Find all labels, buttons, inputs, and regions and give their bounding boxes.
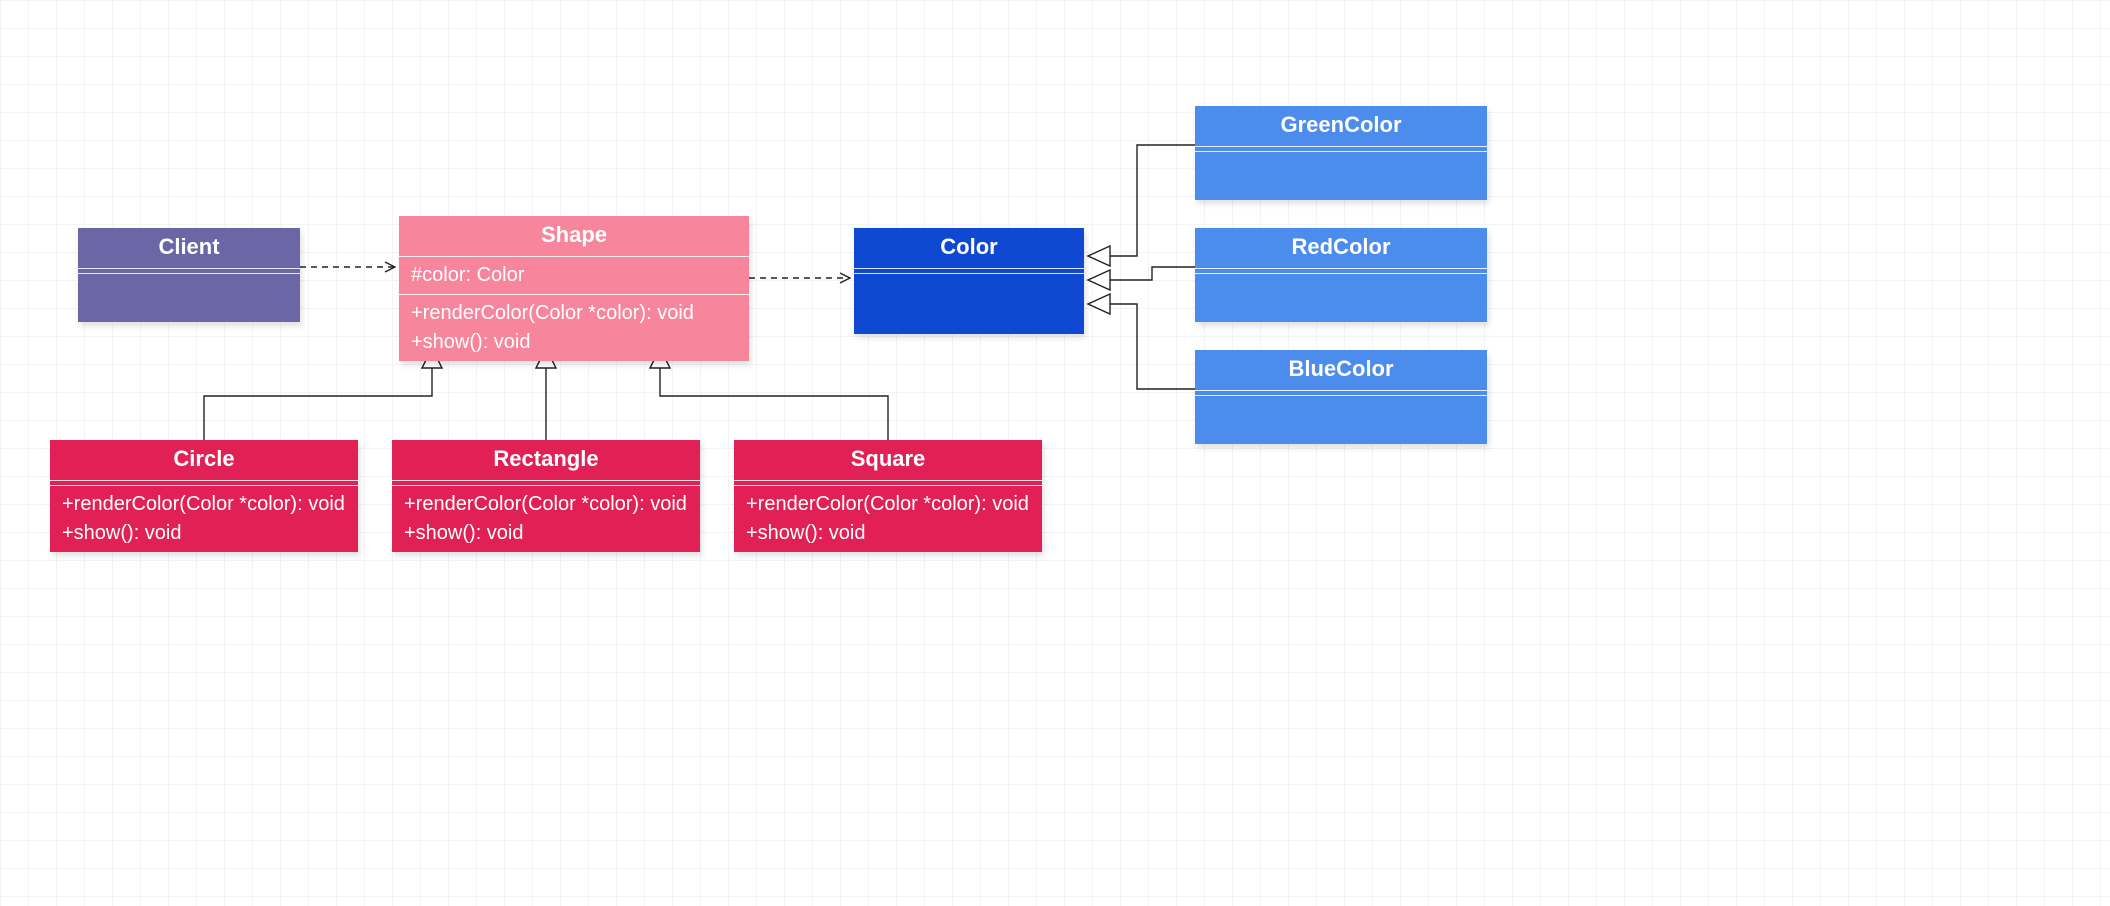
class-title: Rectangle [392,440,700,481]
class-title: Client [78,228,300,269]
class-ops [1195,152,1487,200]
class-ops: +renderColor(Color *color): void+show():… [392,486,700,552]
class-green[interactable]: GreenColor [1195,106,1487,200]
class-shape[interactable]: Shape #color: Color +renderColor(Color *co… [399,216,749,361]
class-square[interactable]: Square +renderColor(Color *color): void+s… [734,440,1042,552]
class-color[interactable]: Color [854,228,1084,334]
edge-red-color [1110,267,1195,280]
arrow-red-color [1088,270,1110,290]
class-op: +renderColor(Color *color): void [411,299,737,328]
class-ops [1195,274,1487,322]
arrow-green-color [1088,246,1110,266]
class-ops [1195,396,1487,444]
class-ops: +renderColor(Color *color): void+show():… [50,486,358,552]
edge-circle-shape [204,368,432,440]
edge-green-color [1110,145,1195,256]
class-op: +show(): void [404,519,688,548]
class-circle[interactable]: Circle +renderColor(Color *color): void+s… [50,440,358,552]
class-ops: +renderColor(Color *color): void+show():… [734,486,1042,552]
class-op: +renderColor(Color *color): void [746,490,1030,519]
class-rectangle[interactable]: Rectangle +renderColor(Color *color): voi… [392,440,700,552]
class-title: Circle [50,440,358,481]
class-title: GreenColor [1195,106,1487,147]
class-title: Shape [399,216,749,257]
class-attrs: #color: Color [399,257,749,295]
class-op: +show(): void [411,328,737,357]
class-title: RedColor [1195,228,1487,269]
class-blue[interactable]: BlueColor [1195,350,1487,444]
class-client[interactable]: Client [78,228,300,322]
class-red[interactable]: RedColor [1195,228,1487,322]
class-ops [78,274,300,322]
edge-square-shape [660,368,888,440]
class-title: Color [854,228,1084,269]
class-op: +renderColor(Color *color): void [62,490,346,519]
class-ops [854,274,1084,334]
class-op: +show(): void [746,519,1030,548]
class-ops: +renderColor(Color *color): void+show():… [399,295,749,361]
class-title: BlueColor [1195,350,1487,391]
class-op: +renderColor(Color *color): void [404,490,688,519]
arrow-blue-color [1088,294,1110,314]
edge-blue-color [1110,304,1195,389]
class-title: Square [734,440,1042,481]
class-attr: #color: Color [411,261,737,290]
class-op: +show(): void [62,519,346,548]
